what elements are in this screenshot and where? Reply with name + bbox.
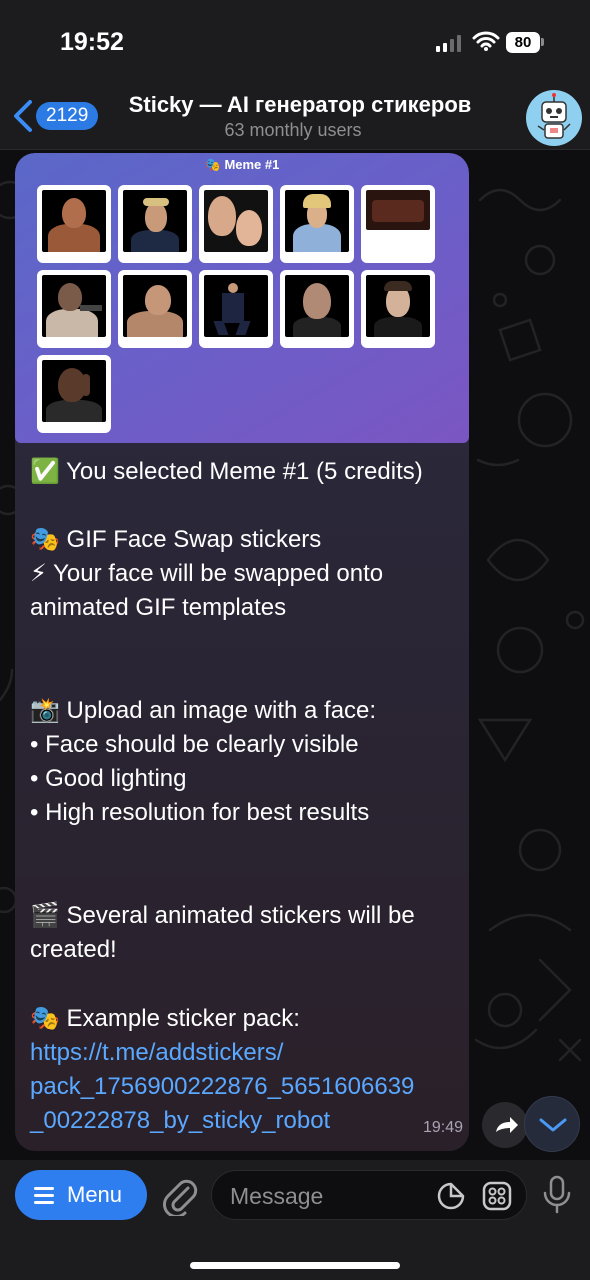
meme-preview-image[interactable]: 🎭 Meme #1 [15, 153, 469, 443]
battery-level: 80 [506, 32, 540, 53]
message-input[interactable] [230, 1181, 430, 1211]
chat-title[interactable]: Sticky — AI генератор стикеров [100, 92, 500, 118]
message-line: animated GIF templates [30, 594, 287, 621]
sticker-pack-link[interactable]: https://t.me/addstickers/ [30, 1036, 469, 1070]
meme-thumbnail [118, 270, 192, 348]
message-line: 🎬 Several animated stickers will be [30, 902, 415, 929]
bot-avatar[interactable] [526, 90, 582, 146]
message-line: 🎭 GIF Face Swap stickers [30, 526, 322, 553]
cellular-signal-icon [436, 35, 461, 52]
back-unread-badge[interactable]: 2129 [36, 102, 99, 130]
message-line: 📸 Upload an image with a face: [30, 697, 377, 724]
message-bubble[interactable]: 🎭 Meme #1 ✅ You selected Meme #1 (5 cred… [15, 153, 469, 1151]
chat-header: 2129 Sticky — AI генератор стикеров 63 m… [0, 88, 590, 150]
sticker-pack-link[interactable]: pack_1756900222876_5651606639 [30, 1070, 469, 1104]
robot-icon [537, 93, 571, 139]
bot-menu-button[interactable]: Menu [15, 1170, 147, 1220]
message-line: created! [30, 936, 117, 963]
home-indicator [190, 1262, 400, 1269]
meme-thumbnail [37, 185, 111, 263]
chat-subtitle: 63 monthly users [224, 120, 362, 140]
meme-thumbnail [280, 185, 354, 263]
menu-label: Menu [67, 1182, 123, 1207]
paperclip-icon[interactable] [160, 1174, 198, 1216]
media-title: 🎭 Meme #1 [204, 157, 280, 172]
message-line: • Good lighting [30, 765, 187, 792]
meme-thumbnail [37, 270, 111, 348]
status-bar: 19:52 80 [0, 0, 590, 88]
input-bar: Menu [0, 1160, 590, 1280]
message-field[interactable] [211, 1170, 527, 1220]
meme-thumbnail [199, 270, 273, 348]
wifi-icon [472, 31, 500, 51]
hamburger-icon [34, 1187, 54, 1204]
chevron-down-icon [539, 1118, 567, 1132]
message-time: 19:49 [423, 1119, 464, 1136]
sticker-pack-link[interactable]: _00222878_by_sticky_robot [30, 1104, 469, 1138]
scroll-down-button[interactable] [524, 1096, 580, 1152]
emoji-keyboard-icon[interactable] [482, 1181, 512, 1211]
meme-thumbnail [361, 185, 435, 263]
status-time: 19:52 [60, 28, 124, 56]
meme-thumbnail [361, 270, 435, 348]
forward-button[interactable] [482, 1102, 528, 1148]
message-line: ✅ You selected Meme #1 (5 credits) [30, 458, 423, 485]
meme-thumbnail [37, 355, 111, 433]
sticker-icon[interactable] [436, 1181, 466, 1211]
meme-thumbnail [118, 185, 192, 263]
meme-thumbnail [280, 270, 354, 348]
microphone-icon[interactable] [540, 1174, 574, 1216]
message-line: • Face should be clearly visible [30, 731, 359, 758]
message-line: ⚡ Your face will be swapped onto [30, 560, 384, 587]
message-line: • High resolution for best results [30, 799, 370, 826]
forward-arrow-icon [496, 1117, 518, 1133]
message-line: 🎭 Example sticker pack: [30, 1005, 300, 1032]
battery-tip [541, 38, 544, 46]
back-chevron-icon[interactable] [10, 98, 34, 134]
meme-thumbnail [199, 185, 273, 263]
